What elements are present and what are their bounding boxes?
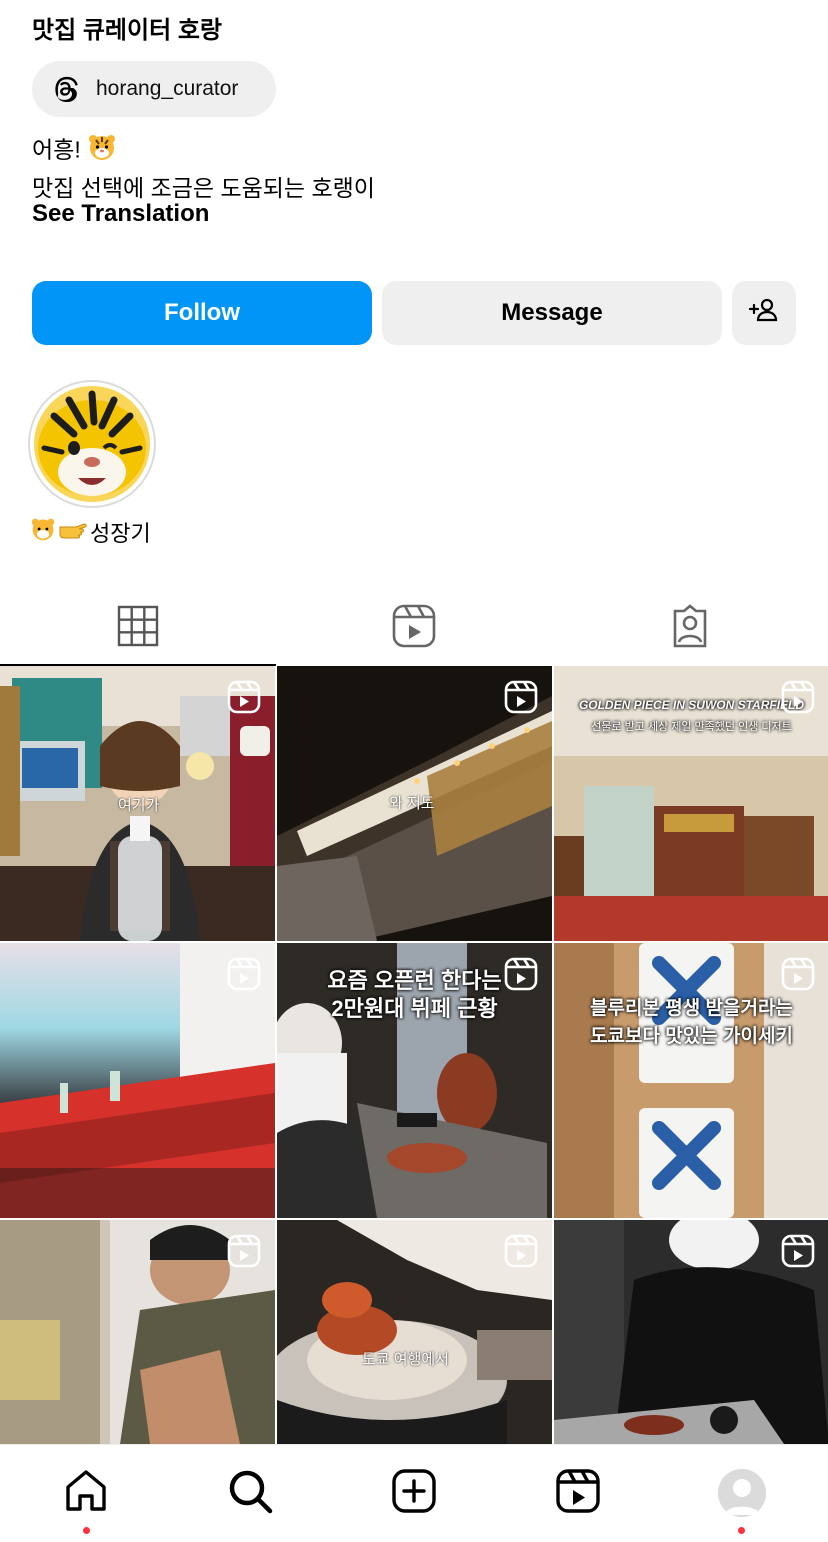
grid-item[interactable]: 여기가 <box>0 666 275 941</box>
post-overlay-subtitle: 선물로 받고 세상 제일 만족했던 인생 디저트 <box>591 721 792 733</box>
highlight-cover-tiger <box>34 386 150 502</box>
profile-tabs <box>0 590 828 666</box>
tab-posts-grid[interactable] <box>0 590 276 666</box>
reels-icon <box>391 603 437 654</box>
reel-badge-icon <box>781 957 815 991</box>
bio-line-1: 어흥! <box>32 136 81 163</box>
grid-item[interactable]: 와 저도 <box>277 666 552 941</box>
post-overlay-title: 블루리본 평생 받을거라는 <box>590 998 793 1019</box>
grid-item[interactable] <box>0 1220 275 1444</box>
search-icon <box>226 1467 274 1520</box>
add-user-icon <box>748 294 780 333</box>
profile-display-name: 맛집 큐레이터 호랑 <box>32 17 222 44</box>
reel-badge-icon <box>504 957 538 991</box>
pointing-hand-icon <box>58 517 88 547</box>
reel-badge-icon <box>504 1234 538 1268</box>
home-icon <box>62 1467 110 1520</box>
post-caption: 도쿄 여행에서 <box>362 1351 449 1368</box>
tiger-emoji-icon <box>30 516 56 548</box>
home-notification-dot <box>83 1527 90 1534</box>
follow-button[interactable]: Follow <box>32 281 372 345</box>
nav-search[interactable] <box>224 1467 276 1519</box>
reel-badge-icon <box>227 957 261 991</box>
post-overlay-subtitle: 2만원대 뷔페 근황 <box>331 996 498 1021</box>
profile-avatar <box>718 1469 766 1517</box>
grid-item[interactable]: 요즘 오픈런 한다는 2만원대 뷔페 근황 <box>277 943 552 1218</box>
reels-icon <box>554 1467 602 1520</box>
create-icon <box>390 1467 438 1520</box>
nav-create[interactable] <box>388 1467 440 1519</box>
grid-item[interactable]: 블루리본 평생 받을거라는 도쿄보다 맛있는 가이세키 <box>554 943 828 1218</box>
posts-grid: 여기가 와 저도 GOLDEN PIECE IN SUWON STARFIELD… <box>0 666 828 1444</box>
highlight-title: 성장기 <box>90 521 151 546</box>
profile-bio: 어흥! 맛집 선택에 조금은 도움되는 호랭이 <box>32 132 375 205</box>
post-overlay-subtitle: 도쿄보다 맛있는 가이세키 <box>590 1026 793 1047</box>
grid-item[interactable]: GOLDEN PIECE IN SUWON STARFIELD 선물로 받고 세… <box>554 666 828 941</box>
highlight-label: 성장기 <box>30 516 151 548</box>
reel-badge-icon <box>781 1234 815 1268</box>
grid-item[interactable] <box>0 943 275 1218</box>
grid-icon <box>117 605 159 652</box>
threads-handle: horang_curator <box>96 77 239 100</box>
reel-badge-icon <box>227 680 261 714</box>
post-caption: 와 저도 <box>389 795 435 812</box>
nav-home[interactable] <box>60 1467 112 1519</box>
reel-badge-icon <box>227 1234 261 1268</box>
see-translation-link[interactable]: See Translation <box>32 200 209 228</box>
bottom-navigation <box>0 1444 828 1542</box>
threads-badge[interactable]: horang_curator <box>32 61 276 117</box>
tagged-person-icon <box>667 603 713 654</box>
tab-tagged[interactable] <box>552 590 828 666</box>
tiger-emoji-icon <box>87 132 117 171</box>
nav-profile[interactable] <box>716 1467 768 1519</box>
suggested-users-button[interactable] <box>732 281 796 345</box>
profile-notification-dot <box>738 1527 745 1534</box>
message-button[interactable]: Message <box>382 281 722 345</box>
tab-reels[interactable] <box>276 590 552 666</box>
reel-badge-icon <box>504 680 538 714</box>
nav-reels[interactable] <box>552 1467 604 1519</box>
grid-item[interactable]: 도쿄 여행에서 <box>277 1220 552 1444</box>
post-caption: 여기가 <box>118 797 160 814</box>
reel-badge-icon <box>781 680 815 714</box>
story-highlight[interactable] <box>28 380 156 508</box>
grid-item[interactable] <box>554 1220 828 1444</box>
threads-icon <box>48 72 82 106</box>
